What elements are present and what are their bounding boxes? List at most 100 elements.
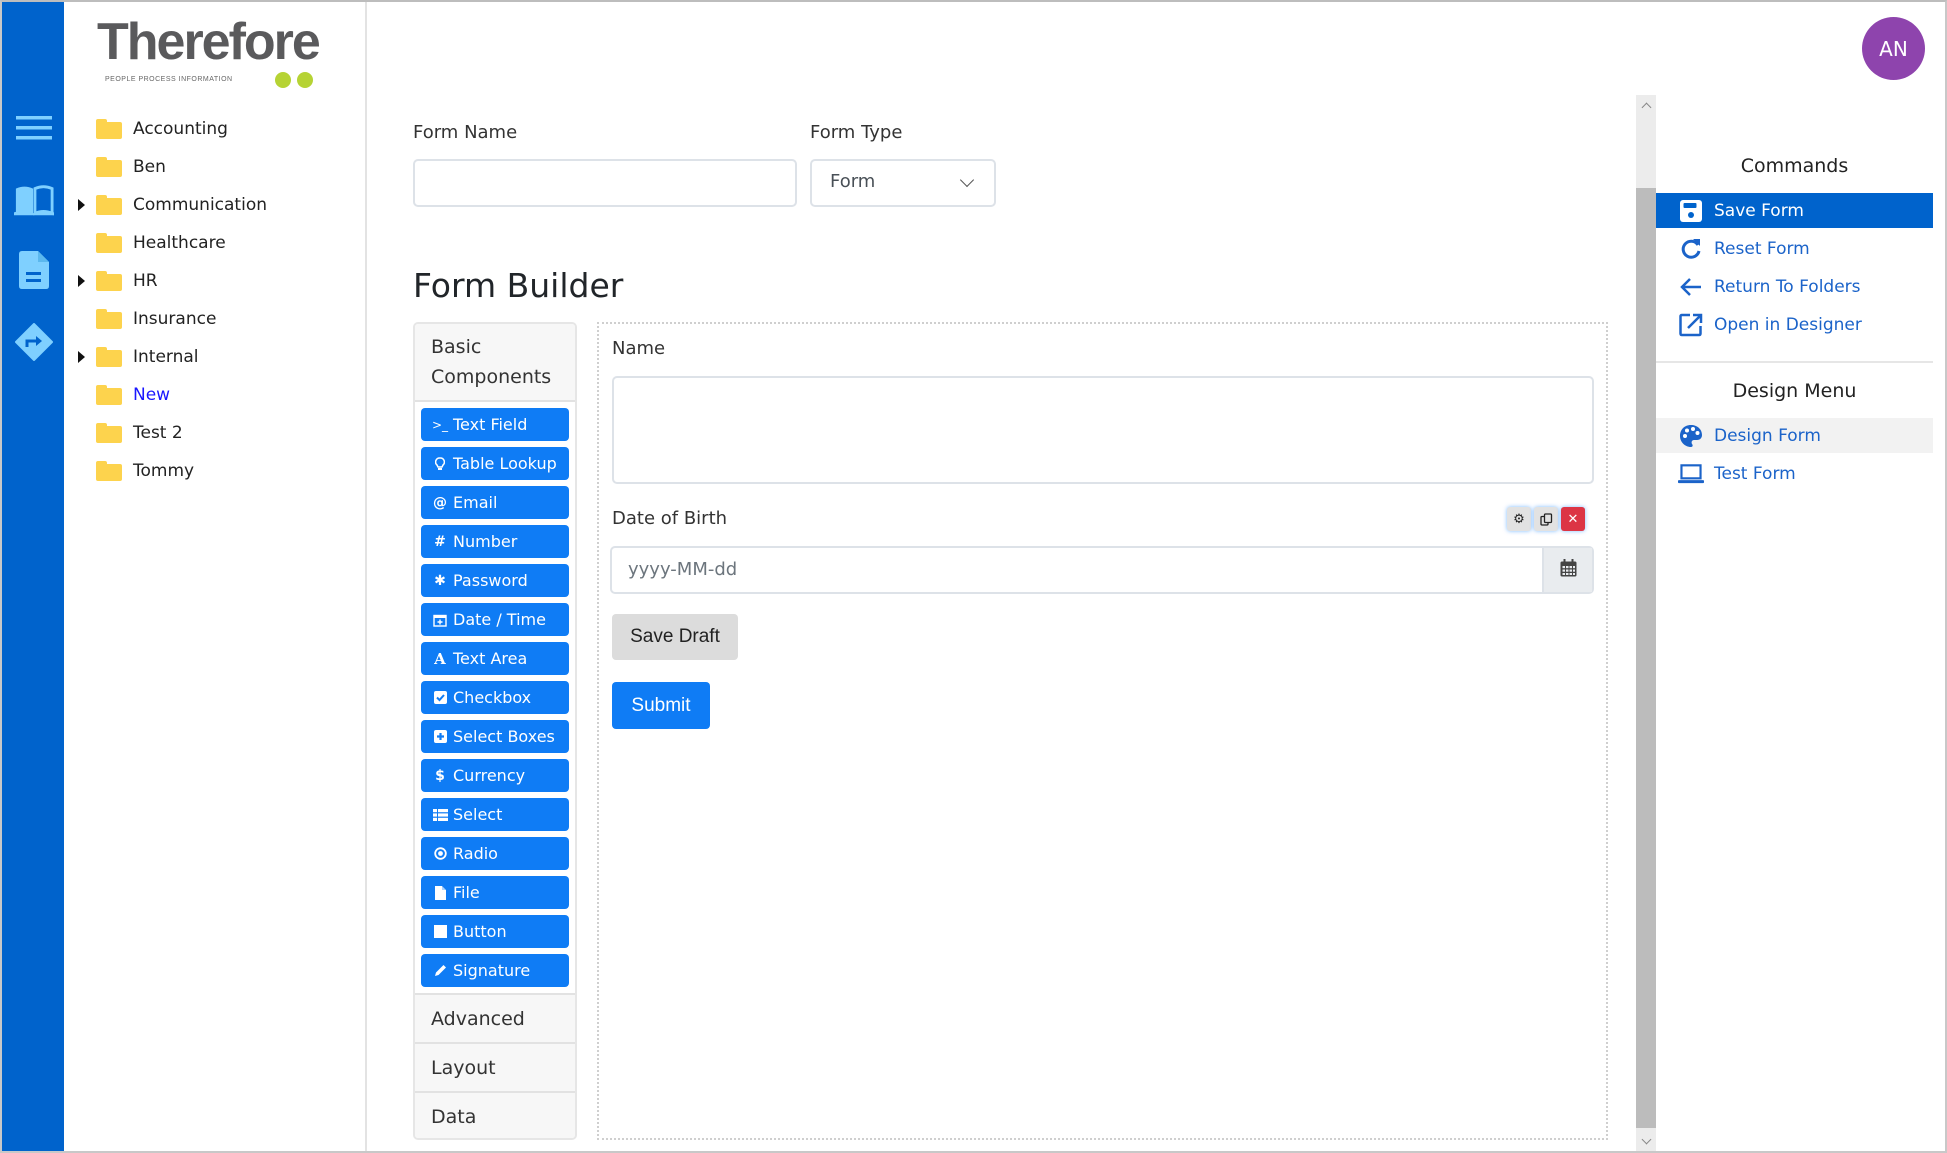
folder-tree-panel: Therefore PEOPLE PROCESS INFORMATION Acc… bbox=[64, 2, 367, 1151]
expand-arrow-icon[interactable] bbox=[78, 199, 85, 211]
copy-icon[interactable] bbox=[1534, 507, 1558, 531]
radio-icon bbox=[431, 847, 449, 860]
expand-arrow-icon[interactable] bbox=[78, 351, 85, 363]
folder-icon bbox=[96, 423, 122, 443]
tree-item[interactable]: Insurance bbox=[64, 300, 365, 338]
basic-components-header[interactable]: Basic Components bbox=[415, 324, 575, 402]
component-number[interactable]: # Number bbox=[421, 525, 569, 558]
external-link-icon bbox=[1678, 312, 1704, 338]
return-to-folders-label: Return To Folders bbox=[1714, 276, 1861, 297]
component-select[interactable]: Select bbox=[421, 798, 569, 831]
open-in-designer-label: Open in Designer bbox=[1714, 314, 1862, 335]
submit-button[interactable]: Submit bbox=[612, 682, 710, 729]
component-label: Select Boxes bbox=[453, 727, 555, 746]
tree-item[interactable]: Test 2 bbox=[64, 414, 365, 452]
dollar-icon: $ bbox=[435, 767, 445, 784]
component-label: Button bbox=[453, 922, 507, 941]
tree-item-label: Internal bbox=[133, 347, 199, 367]
tree-item[interactable]: New bbox=[64, 376, 365, 414]
scroll-up-arrow[interactable] bbox=[1636, 95, 1656, 115]
open-in-designer-command[interactable]: Open in Designer bbox=[1656, 307, 1933, 342]
component-signature[interactable]: Signature bbox=[421, 954, 569, 987]
form-type-select[interactable]: Form bbox=[810, 159, 996, 207]
calendar-plus-icon bbox=[431, 613, 449, 627]
component-file[interactable]: File bbox=[421, 876, 569, 909]
component-label: Currency bbox=[453, 766, 526, 785]
name-textarea[interactable] bbox=[612, 376, 1594, 484]
folder-icon bbox=[96, 347, 122, 367]
folder-icon bbox=[96, 461, 122, 481]
component-list: >_ Text Field Table Lookup @ Email # Number ✱ Pa… bbox=[415, 402, 575, 987]
scroll-down-arrow[interactable] bbox=[1636, 1131, 1656, 1151]
component-password[interactable]: ✱ Password bbox=[421, 564, 569, 597]
right-panel-divider bbox=[1656, 361, 1933, 363]
component-checkbox[interactable]: Checkbox bbox=[421, 681, 569, 714]
component-email[interactable]: @ Email bbox=[421, 486, 569, 519]
book-icon[interactable] bbox=[14, 180, 54, 220]
tree-item[interactable]: Communication bbox=[64, 186, 365, 224]
form-name-input[interactable] bbox=[413, 159, 797, 207]
component-sections: Advanced Layout Data bbox=[415, 993, 575, 1138]
name-field-label: Name bbox=[612, 338, 666, 359]
document-icon[interactable] bbox=[14, 250, 54, 290]
reset-form-command[interactable]: Reset Form bbox=[1656, 231, 1933, 266]
tree-item[interactable]: Healthcare bbox=[64, 224, 365, 262]
calendar-button[interactable] bbox=[1542, 548, 1592, 592]
folder-icon bbox=[96, 233, 122, 253]
save-draft-button[interactable]: Save Draft bbox=[612, 614, 738, 660]
test-form-command[interactable]: Test Form bbox=[1656, 456, 1933, 491]
commands-heading: Commands bbox=[1740, 155, 1849, 177]
folder-icon bbox=[96, 309, 122, 329]
tree-item[interactable]: Internal bbox=[64, 338, 365, 376]
tree-item[interactable]: HR bbox=[64, 262, 365, 300]
folder-icon bbox=[96, 195, 122, 215]
menu-icon[interactable] bbox=[14, 108, 54, 148]
return-to-folders-command[interactable]: Return To Folders bbox=[1656, 269, 1933, 304]
form-type-value: Form bbox=[830, 171, 876, 192]
component-radio[interactable]: Radio bbox=[421, 837, 569, 870]
component-text-field[interactable]: >_ Text Field bbox=[421, 408, 569, 441]
tree-item[interactable]: Accounting bbox=[64, 110, 365, 148]
component-date-time[interactable]: Date / Time bbox=[421, 603, 569, 636]
dob-date-input[interactable]: yyyy-MM-dd bbox=[610, 546, 1594, 594]
terminal-icon: >_ bbox=[431, 417, 449, 432]
design-form-command[interactable]: Design Form bbox=[1656, 418, 1933, 453]
dob-field-label: Date of Birth bbox=[612, 508, 728, 529]
save-form-label: Save Form bbox=[1714, 200, 1804, 221]
save-form-command[interactable]: Save Form bbox=[1656, 193, 1933, 228]
component-currency[interactable]: $ Currency bbox=[421, 759, 569, 792]
component-label: Email bbox=[453, 493, 498, 512]
tree-item-label: Tommy bbox=[133, 461, 195, 481]
folder-icon bbox=[96, 385, 122, 405]
section-layout[interactable]: Layout bbox=[415, 1042, 575, 1091]
scroll-thumb[interactable] bbox=[1636, 188, 1656, 1128]
logo-wordmark: Therefore bbox=[97, 13, 321, 71]
component-label: Select bbox=[453, 805, 503, 824]
workflow-icon[interactable] bbox=[14, 322, 54, 362]
tree-item-label: Test 2 bbox=[133, 423, 183, 443]
form-type-label: Form Type bbox=[810, 122, 903, 143]
page-title: Form Builder bbox=[413, 266, 624, 305]
component-label: Number bbox=[453, 532, 518, 551]
tree-item[interactable]: Ben bbox=[64, 148, 365, 186]
list-icon bbox=[431, 808, 449, 821]
component-button[interactable]: Button bbox=[421, 915, 569, 948]
section-advanced[interactable]: Advanced bbox=[415, 993, 575, 1042]
component-select-boxes[interactable]: Select Boxes bbox=[421, 720, 569, 753]
vertical-scrollbar[interactable] bbox=[1636, 95, 1656, 1151]
folder-tree: Accounting Ben Communication Healthcare HR In… bbox=[64, 110, 365, 490]
gear-icon[interactable]: ⚙ bbox=[1507, 507, 1531, 531]
expand-arrow-icon[interactable] bbox=[78, 275, 85, 287]
tree-item[interactable]: Tommy bbox=[64, 452, 365, 490]
at-icon: @ bbox=[433, 494, 447, 511]
section-data[interactable]: Data bbox=[415, 1091, 575, 1138]
form-name-label: Form Name bbox=[413, 122, 518, 143]
delete-icon[interactable]: ✕ bbox=[1561, 507, 1585, 531]
component-table-lookup[interactable]: Table Lookup bbox=[421, 447, 569, 480]
reset-form-label: Reset Form bbox=[1714, 238, 1810, 259]
tree-item-label: Healthcare bbox=[133, 233, 226, 253]
component-text-area[interactable]: A Text Area bbox=[421, 642, 569, 675]
user-avatar[interactable]: AN bbox=[1862, 17, 1925, 80]
tree-item-label: HR bbox=[133, 271, 158, 291]
component-label: File bbox=[453, 883, 480, 902]
